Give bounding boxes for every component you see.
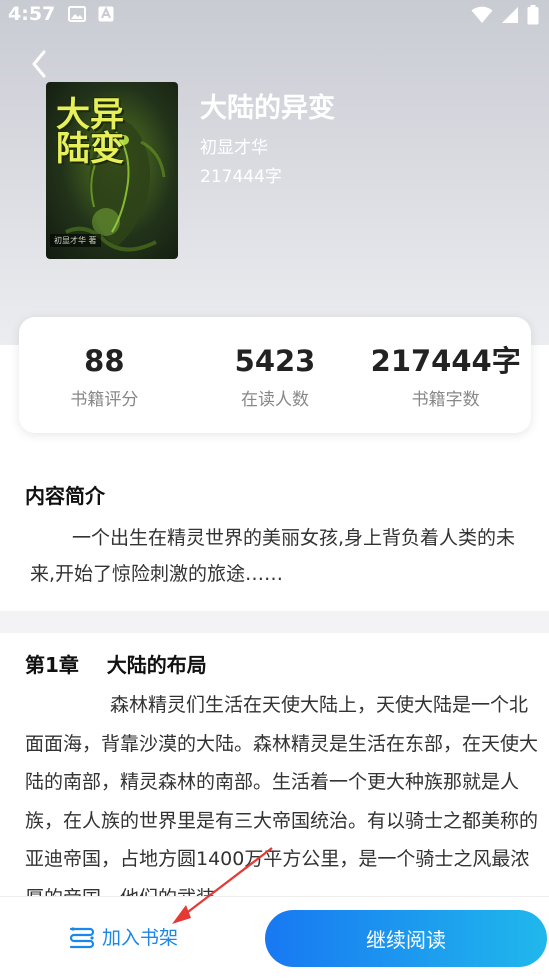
image-icon [68,6,86,26]
book-cover[interactable]: 大异陆变 初显才华 著 [46,82,178,259]
stat-label: 书籍评分 [70,390,139,410]
a-notification-icon [98,6,114,26]
continue-reading-button[interactable]: 继续阅读 [265,910,547,967]
chapter-preview-text[interactable]: 森林精灵们生活在天使大陆上，天使大陆是一个北面面海，背靠沙漠的大陆。森林精灵是生… [25,686,545,896]
status-notifications [68,6,114,26]
status-system-icons [471,5,539,29]
add-to-shelf-button[interactable]: 加入书架 [68,923,178,950]
status-time: 4:57 [8,3,56,25]
cover-author-label: 初显才华 著 [50,234,101,247]
book-word-count: 217444字 [200,167,282,187]
intro-text: 一个出生在精灵世界的美丽女孩,身上背负着人类的未来,开始了惊险刺激的旅途…… [30,527,516,585]
stat-value: 217444字 [370,344,521,378]
signal-icon [501,6,519,28]
stat-label: 在读人数 [241,390,309,410]
book-title: 大陆的异变 [200,93,335,124]
stat-rating: 88 书籍评分 [19,317,190,433]
status-bar: 4:57 [0,0,549,30]
wifi-icon [471,6,493,28]
stat-label: 书籍字数 [411,390,480,410]
add-to-shelf-label: 加入书架 [102,927,179,949]
stat-value: 88 [84,344,125,378]
back-button[interactable] [24,46,54,82]
cover-title-art: 大异陆变 [56,95,124,169]
bottom-action-bar: 加入书架 继续阅读 [0,896,549,980]
stat-word-count: 217444字 书籍字数 [360,317,531,433]
stat-readers: 5423 在读人数 [190,317,361,433]
intro-heading: 内容简介 [25,484,105,508]
chevron-left-icon [32,50,46,78]
battery-icon [527,5,539,29]
book-header-background: 4:57 大异陆变 初显才华 著 大陆的异变 初显才华 217444字 [0,0,549,345]
section-divider [0,611,549,633]
chapter-title[interactable]: 第1章 大陆的布局 [25,649,207,678]
stat-value: 5423 [234,344,316,378]
book-author: 初显才华 [200,138,268,158]
bookshelf-icon [69,926,95,948]
book-stats-card: 88 书籍评分 5423 在读人数 217444字 书籍字数 [19,317,531,433]
